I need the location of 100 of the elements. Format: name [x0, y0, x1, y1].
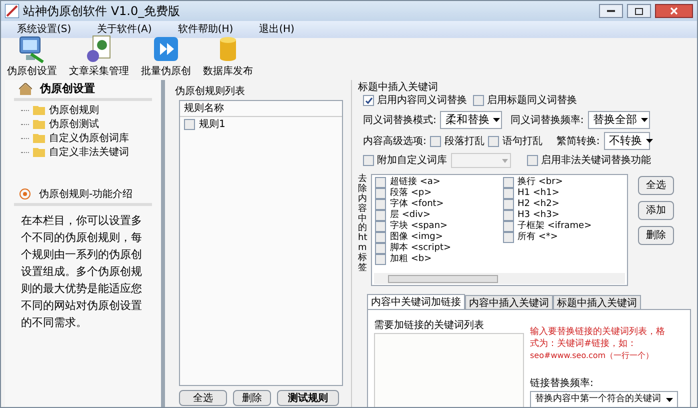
tag-option[interactable]: 层 <div> [375, 210, 500, 221]
checkbox-option[interactable]: 启用内容同义词替换 [363, 93, 467, 108]
convert-dropdown[interactable]: 不转换 [604, 132, 650, 150]
checkbox-option[interactable]: 段落打乱 [430, 134, 484, 148]
checkbox[interactable] [488, 136, 500, 146]
checkbox[interactable] [363, 95, 374, 106]
action-button[interactable]: 全选 [179, 390, 227, 406]
caret-icon [646, 139, 653, 143]
group-title: 标题中插入关键词 [358, 80, 439, 93]
maximize-button[interactable] [627, 4, 651, 18]
tab[interactable]: 内容中关键词加链接 [367, 294, 465, 309]
tree-item[interactable]: 伪原创规则 [21, 103, 161, 117]
action-button[interactable]: 全选 [638, 176, 674, 195]
checkbox[interactable] [375, 232, 386, 243]
group-title: 伪原创规则列表 [175, 84, 246, 96]
tag-option[interactable]: 所有 <*> [502, 232, 627, 243]
tree-item[interactable]: 伪原创测试 [21, 117, 161, 131]
caret-icon [493, 118, 500, 122]
sidebar-title: 伪原创设置 [40, 80, 95, 97]
checkbox[interactable] [502, 188, 514, 199]
mode-dropdown[interactable]: 柔和替换 [440, 111, 502, 129]
checkbox[interactable] [363, 155, 374, 166]
caret-icon [502, 158, 508, 162]
menu-item[interactable]: 系统设置(S) [17, 22, 72, 37]
checkbox[interactable] [375, 199, 386, 210]
tab[interactable]: 内容中插入关键词 [465, 295, 553, 309]
checkbox[interactable] [527, 155, 538, 166]
checkbox[interactable] [502, 221, 514, 232]
close-icon [670, 7, 678, 15]
checkbox[interactable] [375, 210, 386, 221]
tag-option[interactable]: H3 <h3> [502, 210, 627, 221]
minimize-button[interactable] [599, 4, 623, 18]
checkbox[interactable] [184, 118, 195, 130]
hint-text: 输入要替换链接的关键词列表，格式为：关键词#链接，如： [530, 326, 666, 350]
tag-option[interactable]: 换行 <br> [502, 177, 627, 188]
window-title: 站神伪原创软件 V1.0_免费版 [23, 3, 180, 20]
checkbox-option[interactable]: 启用非法关键词替换功能 [527, 153, 651, 168]
field-label: 繁简转换: [556, 134, 600, 148]
field-label: 同义词替换频率: [510, 114, 584, 128]
tag-option[interactable]: 超链接 <a> [375, 177, 500, 188]
folder-icon [33, 105, 45, 115]
field-label: 链接替换频率: [530, 376, 594, 391]
horizontal-scrollbar[interactable] [374, 273, 625, 284]
checkbox-option[interactable]: 附加自定义词库 [363, 153, 447, 168]
checkbox[interactable] [375, 254, 386, 265]
caret-icon [666, 398, 673, 402]
library-dropdown[interactable] [451, 153, 511, 168]
tag-option[interactable]: 图像 <img> [375, 232, 500, 243]
checkbox[interactable] [473, 95, 484, 106]
menu-item[interactable]: 软件帮助(H) [178, 22, 234, 37]
toolbar-button[interactable]: 伪原创设置 [5, 34, 59, 79]
action-button[interactable]: 添加 [638, 201, 674, 220]
checkbox[interactable] [430, 136, 442, 146]
menu-item[interactable]: 关于软件(A) [97, 22, 152, 37]
checkbox-option[interactable]: 启用标题同义词替换 [473, 93, 577, 108]
checkbox[interactable] [502, 177, 514, 188]
tab[interactable]: 标题中插入关键词 [553, 295, 641, 309]
field-label: 同义词替换模式: [363, 114, 436, 128]
checkbox[interactable] [375, 221, 386, 232]
checkbox[interactable] [502, 199, 514, 210]
tag-option[interactable]: 字体 <font> [375, 199, 500, 210]
tag-option[interactable]: 子框架 <iframe> [502, 221, 627, 232]
house-icon [19, 83, 32, 95]
toolbar-button[interactable]: 数据库发布 [201, 34, 255, 79]
keyword-textarea[interactable] [374, 333, 524, 407]
maximize-icon [635, 8, 643, 14]
app-icon [5, 4, 19, 18]
hint-example: seo#www.seo.com（一行一个） [530, 350, 655, 362]
checkbox[interactable] [375, 188, 386, 199]
folder-icon [33, 119, 45, 129]
action-button[interactable]: 测试规则 [277, 390, 339, 406]
tag-option[interactable]: H2 <h2> [502, 199, 627, 210]
folder-icon [33, 147, 45, 157]
info-text: 在本栏目，你可以设置多个不同的伪原创规则，每个规则由一系列的伪原创设置组成。多个伪原创规则的最大优势是能适应您不同的网站对伪原创设置的不同需求。 [20, 213, 143, 331]
menu-item[interactable]: 退出(H) [259, 22, 294, 37]
checkbox[interactable] [375, 243, 386, 254]
checkbox[interactable] [502, 232, 514, 243]
monitor-icon [17, 34, 47, 64]
action-button[interactable]: 删除 [233, 390, 271, 406]
toolbar-button[interactable]: 批量伪原创 [139, 34, 193, 79]
tree-item[interactable]: 自定义非法关键词 [21, 145, 161, 159]
tag-option[interactable]: 加粗 <b> [375, 254, 500, 265]
action-button[interactable]: 删除 [638, 226, 674, 245]
tag-option[interactable]: 段落 <p> [375, 188, 500, 199]
tag-option[interactable]: 字块 <span> [375, 221, 500, 232]
frequency-dropdown[interactable]: 替换全部 [588, 111, 650, 129]
checkbox[interactable] [375, 177, 386, 188]
checkbox[interactable] [502, 210, 514, 221]
info-title: 伪原创规则-功能介绍 [39, 188, 133, 202]
fast-forward-icon [151, 34, 181, 64]
field-label: 需要加链接的关键词列表 [374, 318, 485, 333]
toolbar-button[interactable]: 文章采集管理 [67, 34, 131, 79]
tree-item[interactable]: 自定义伪原创词库 [21, 131, 161, 145]
tag-option[interactable]: 脚本 <script> [375, 243, 500, 254]
link-frequency-dropdown[interactable]: 替换内容中第一个符合的关键词 [530, 391, 678, 407]
tag-option[interactable]: H1 <h1> [502, 188, 627, 199]
checkbox-option[interactable]: 语句打乱 [488, 134, 542, 148]
close-button[interactable] [655, 4, 693, 18]
table-row[interactable]: 规则1 [180, 117, 342, 131]
folder-icon [33, 133, 45, 143]
